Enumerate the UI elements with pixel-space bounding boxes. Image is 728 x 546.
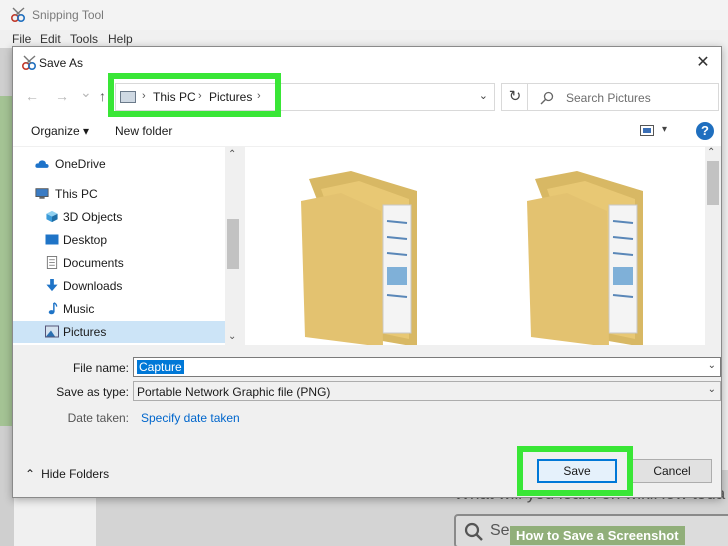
- watermark: How to Save a Screenshot: [510, 526, 685, 545]
- recent-locations-icon[interactable]: ⌄: [80, 84, 92, 101]
- sidebar-item-pictures[interactable]: Pictures: [13, 321, 225, 343]
- folder-icon[interactable]: [301, 171, 417, 347]
- close-button[interactable]: ✕: [693, 53, 713, 73]
- file-list-pane: ⌃: [245, 147, 721, 347]
- scrollbar-thumb[interactable]: [707, 161, 719, 205]
- download-icon: [46, 279, 58, 292]
- chevron-up-icon: ⌃: [25, 467, 36, 481]
- cube-icon: [46, 210, 58, 223]
- dialog-title: Save As: [39, 56, 84, 70]
- sidebar-item-3d-objects[interactable]: 3D Objects: [13, 206, 225, 228]
- menu-help[interactable]: Help: [108, 32, 133, 46]
- scissors-icon: [21, 55, 37, 71]
- scissors-icon: [10, 7, 26, 23]
- sidebar-item-documents[interactable]: Documents: [13, 252, 225, 274]
- navigation-pane: OneDrive This PC 3D Objects Desktop Docu…: [13, 147, 243, 345]
- sidebar-item-label: Pictures: [63, 325, 107, 339]
- view-options-icon[interactable]: [640, 125, 654, 136]
- menu-edit[interactable]: Edit: [40, 32, 61, 46]
- command-toolbar: Organize ▾ New folder ▾ ?: [13, 115, 721, 147]
- up-arrow-icon[interactable]: ↑: [99, 88, 106, 104]
- desktop-icon: [45, 234, 59, 245]
- web-search-text: Se: [490, 522, 510, 539]
- save-type-value: Portable Network Graphic file (PNG): [137, 385, 331, 399]
- save-highlight: [517, 446, 633, 496]
- sidebar-item-label: Music: [63, 302, 95, 316]
- chevron-up-icon[interactable]: ⌃: [228, 149, 236, 160]
- app-title: Snipping Tool: [32, 8, 104, 22]
- search-icon: [540, 91, 554, 105]
- folder-icon[interactable]: [527, 171, 643, 347]
- computer-icon: [35, 188, 49, 199]
- menu-tools[interactable]: Tools: [70, 32, 98, 46]
- date-taken-label: Date taken:: [67, 411, 129, 425]
- search-input[interactable]: Search Pictures: [527, 83, 719, 111]
- specify-date-link[interactable]: Specify date taken: [141, 411, 240, 425]
- snipping-tool-titlebar: Snipping Tool: [0, 0, 728, 30]
- pictures-icon: [45, 325, 59, 338]
- sidebar-item-onedrive[interactable]: OneDrive: [13, 153, 225, 175]
- file-name-field[interactable]: Capture ⌄: [133, 357, 721, 377]
- help-icon[interactable]: ?: [696, 122, 714, 140]
- cancel-button[interactable]: Cancel: [632, 459, 712, 483]
- sidebar-item-downloads[interactable]: Downloads: [13, 275, 225, 297]
- file-name-label: File name:: [72, 361, 129, 375]
- file-name-value: Capture: [137, 360, 184, 374]
- save-type-select[interactable]: Portable Network Graphic file (PNG) ⌄: [133, 381, 721, 401]
- documents-icon: [46, 256, 58, 269]
- save-type-label: Save as type:: [56, 385, 129, 399]
- chevron-down-icon[interactable]: ⌄: [479, 89, 488, 102]
- chevron-down-icon[interactable]: ⌄: [708, 360, 716, 371]
- search-icon: [464, 522, 483, 541]
- sidebar-item-label: OneDrive: [55, 157, 106, 171]
- scrollbar-thumb[interactable]: [227, 219, 239, 269]
- sidebar-item-label: Downloads: [63, 279, 123, 293]
- sidebar-item-label: This PC: [55, 187, 98, 201]
- sidebar-item-music[interactable]: Music: [13, 298, 225, 320]
- sidebar-item-desktop[interactable]: Desktop: [13, 229, 225, 251]
- sidebar-item-label: 3D Objects: [63, 210, 123, 224]
- chevron-up-icon[interactable]: ⌃: [707, 147, 715, 158]
- refresh-button[interactable]: ↻: [501, 83, 529, 111]
- organize-button[interactable]: Organize ▾: [31, 124, 89, 138]
- cloud-icon: [35, 160, 49, 168]
- back-arrow-icon[interactable]: ←: [25, 88, 39, 104]
- forward-arrow-icon[interactable]: →: [55, 88, 69, 104]
- search-placeholder: Search Pictures: [566, 91, 651, 105]
- sidebar-item-label: Desktop: [63, 233, 108, 247]
- chevron-down-icon[interactable]: ▾: [662, 124, 667, 135]
- chevron-down-icon[interactable]: ⌄: [708, 384, 716, 395]
- sidebar-item-this-pc[interactable]: This PC: [13, 183, 225, 205]
- hide-folders-button[interactable]: ⌃ Hide Folders: [25, 467, 109, 481]
- navigation-scrollbar[interactable]: ⌃ ⌄: [225, 147, 243, 345]
- music-icon: [48, 302, 58, 315]
- chevron-down-icon[interactable]: ⌄: [228, 331, 236, 342]
- address-highlight: [108, 73, 281, 117]
- menu-file[interactable]: File: [12, 32, 31, 46]
- new-folder-button[interactable]: New folder: [115, 124, 172, 138]
- file-list-scrollbar[interactable]: ⌃: [705, 147, 721, 345]
- background-green-strip: [0, 96, 12, 426]
- sidebar-item-label: Documents: [63, 256, 124, 270]
- hide-folders-label: Hide Folders: [41, 467, 110, 481]
